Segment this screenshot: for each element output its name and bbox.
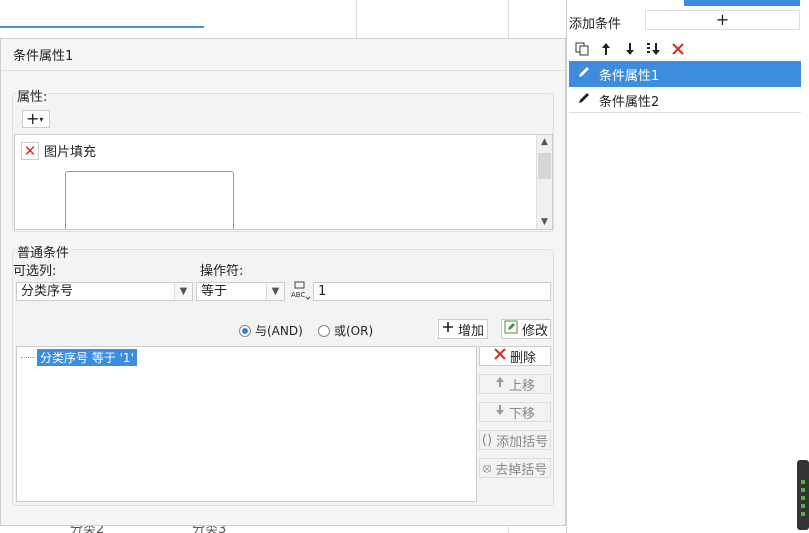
dialog-title: 条件属性1 [13,49,74,64]
column-label: 可选列: [13,264,57,279]
grid-line [356,0,357,40]
add-condition-label: 添加条件 [569,17,622,32]
plus-icon [442,321,454,337]
plus-icon: + [26,109,40,128]
modify-button-label: 修改 [521,323,548,339]
cell-selection [0,26,204,28]
remove-bracket-icon: ⦻ [482,460,492,476]
condition-expression-text: 分类序号 等于 '1' [37,349,137,366]
condition-item-label: 条件属性1 [599,68,660,84]
panel-tabs [567,0,809,6]
delete-button[interactable]: 删除 [479,346,551,366]
condition-item-label: 条件属性2 [599,94,660,110]
system-tray-widget [797,460,809,530]
arrow-up-icon[interactable] [597,40,615,58]
property-list-scrollbar[interactable]: ▲ ▼ [536,135,552,229]
radio-and-circle[interactable] [239,324,251,337]
condition-expression-list: 分类序号 等于 '1' [16,346,477,502]
scroll-thumb[interactable] [538,153,551,179]
add-button-label: 增加 [457,323,484,339]
tab-active[interactable] [684,0,800,6]
arrow-down-icon [495,404,505,420]
move-up-button[interactable]: 上移 [479,374,551,394]
edit-icon [504,320,518,338]
scroll-down-icon[interactable]: ▼ [537,217,552,227]
add-condition-button[interactable]: + [645,10,800,30]
radio-or-label: 或(OR) [334,324,374,338]
radio-and-label: 与(AND) [255,324,303,338]
remove-bracket-button-label: 去掉括号 [495,462,548,478]
condition-expression-row[interactable]: 分类序号 等于 '1' [21,349,137,366]
divider [569,112,801,113]
add-bracket-button-label: 添加括号 [496,434,549,450]
svg-text:ABC: ABC [291,291,305,299]
delete-icon[interactable] [669,40,687,58]
image-preview[interactable] [65,171,234,229]
pencil-icon [569,65,599,83]
delete-icon [494,348,506,364]
scroll-up-icon[interactable]: ▲ [537,137,552,147]
add-bracket-button[interactable]: () 添加括号 [479,430,551,450]
chevron-down-icon[interactable]: ▼ [174,283,192,300]
arrow-up-icon [495,376,505,392]
property-list: ✕ 图片填充 ▲ ▼ [14,134,553,230]
radio-or-circle[interactable] [318,324,330,337]
condition-item[interactable]: 条件属性1 [569,61,801,87]
condition-toolbar [569,38,801,60]
move-bottom-icon[interactable] [645,40,663,58]
add-button[interactable]: 增加 [438,319,488,339]
remove-bracket-button[interactable]: ⦻ 去掉括号 [479,458,551,478]
value-input-text: 1 [318,284,327,299]
operator-select-value: 等于 [201,284,228,299]
common-condition-label: 普通条件 [16,242,71,261]
modify-button[interactable]: 修改 [501,319,551,339]
value-input[interactable]: 1 [313,282,551,301]
operator-select[interactable]: 等于 ▼ [196,282,285,301]
condition-attribute-panel: 添加条件 + 条件属性1 条件属性2 [566,0,809,533]
pencil-icon [569,91,599,109]
delete-property-icon[interactable]: ✕ [21,141,39,160]
column-select[interactable]: 分类序号 ▼ [16,282,193,301]
copy-icon[interactable] [573,40,591,58]
chevron-down-icon: ▾ [39,115,44,124]
column-select-value: 分类序号 [21,284,74,299]
bracket-icon: () [481,432,493,448]
move-up-button-label: 上移 [508,378,535,394]
add-property-button[interactable]: +▾ [22,110,50,128]
delete-button-label: 删除 [509,350,536,366]
move-down-button[interactable]: 下移 [479,402,551,422]
chevron-down-icon[interactable]: ▼ [266,283,284,300]
radio-and[interactable]: 与(AND) [239,322,303,339]
property-item[interactable]: ✕ 图片填充 [21,141,96,160]
property-item-label: 图片填充 [44,145,97,160]
value-type-icon[interactable]: ABC [290,281,312,301]
radio-or[interactable]: 或(OR) [318,322,373,339]
operator-label: 操作符: [200,264,244,279]
condition-list: 条件属性1 条件属性2 [569,61,801,113]
properties-label: 属性: [16,86,49,105]
divider [1,70,565,71]
arrow-down-icon[interactable] [621,40,639,58]
move-down-button-label: 下移 [508,406,535,422]
condition-item[interactable]: 条件属性2 [569,87,801,113]
add-condition-row: 添加条件 + [567,10,809,32]
